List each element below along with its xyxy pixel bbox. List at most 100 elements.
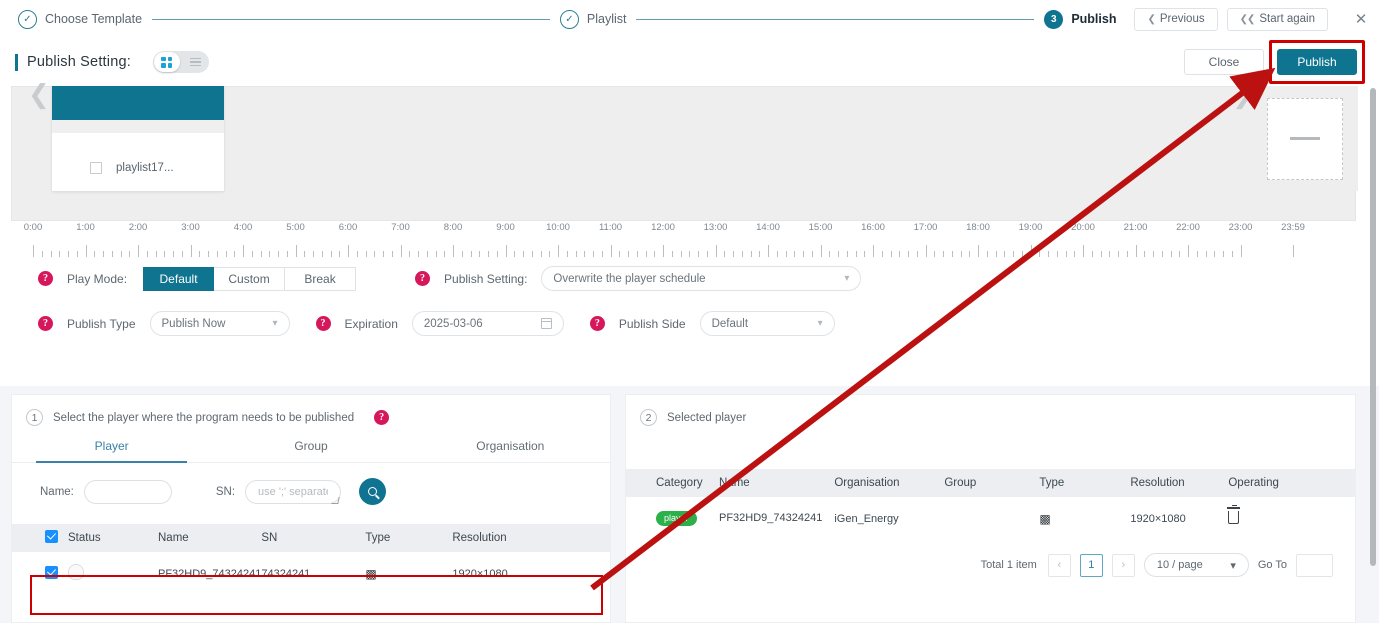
display-icon: ▩	[365, 566, 377, 581]
th-resolution[interactable]: Resolution	[452, 524, 610, 552]
timeline-minor-tick	[1231, 251, 1233, 257]
help-icon[interactable]: ?	[374, 410, 390, 425]
play-mode-option-break[interactable]: Break	[285, 266, 357, 291]
tab-group[interactable]: Group	[211, 439, 410, 462]
timeline-minor-tick	[908, 251, 909, 257]
page-size-select[interactable]: 10 / page ▾	[1143, 553, 1249, 577]
timeline-minor-tick	[671, 251, 673, 257]
playlist-card[interactable]: playlist17...	[52, 86, 224, 191]
table-row[interactable]: player PF32HD9_74324241 iGen_Energy ▩ 19…	[626, 497, 1355, 540]
sn-input[interactable]	[245, 479, 342, 504]
help-icon[interactable]: ?	[38, 271, 53, 286]
select-all-checkbox[interactable]	[45, 530, 58, 543]
th-resolution[interactable]: Resolution	[1130, 469, 1229, 497]
timeline-minor-tick	[838, 251, 839, 257]
timeline-minor-tick	[409, 251, 411, 257]
timeline-minor-tick	[260, 251, 262, 257]
carousel-prev-icon[interactable]: ❮	[28, 82, 50, 108]
tab-organisation[interactable]: Organisation	[411, 439, 610, 462]
timeline-tick-label: 15:00	[808, 222, 833, 233]
toggle-knob	[153, 52, 180, 72]
help-icon[interactable]: ?	[415, 271, 431, 286]
publish-side-select[interactable]: Default ▾	[699, 311, 835, 336]
cell-organisation: iGen_Energy	[834, 497, 945, 540]
publish-setting-select[interactable]: Overwrite the player schedule ▾	[541, 266, 862, 291]
publish-form: ? Play Mode: Default Custom Break ? Publ…	[11, 262, 1356, 372]
resize-handle-icon[interactable]	[331, 496, 340, 504]
help-icon[interactable]: ?	[589, 316, 605, 331]
th-organisation[interactable]: Organisation	[834, 469, 945, 497]
publish-type-select[interactable]: Publish Now ▾	[149, 311, 290, 336]
th-name[interactable]: Name	[719, 469, 835, 497]
selected-players-title: Selected player	[667, 411, 747, 424]
step-playlist[interactable]: ✓ Playlist	[559, 9, 626, 29]
timeline-ruler: 0:00 1:00 2:00 3:00 4:00 5:00 6:00 7:00 8:00 9:00…	[11, 222, 1356, 258]
row-checkbox[interactable]	[45, 565, 58, 579]
step-choose-template[interactable]: ✓ Choose Template	[18, 9, 142, 29]
th-group[interactable]: Group	[944, 469, 1040, 497]
cell-sn[interactable]: 74324241	[261, 552, 366, 595]
page-prev-button[interactable]: ‹	[1047, 553, 1071, 577]
timeline-minor-tick	[636, 251, 638, 257]
timeline-minor-tick	[1065, 251, 1067, 257]
timeline-minor-tick	[750, 251, 752, 257]
timeline-major-tick	[453, 245, 454, 257]
play-mode-segmented: Default Custom Break	[143, 266, 357, 291]
scrollbar-thumb[interactable]	[1370, 88, 1376, 566]
goto-page-input[interactable]	[1296, 553, 1333, 577]
publish-setting-label: Publish Setting:	[444, 271, 528, 286]
name-input[interactable]	[83, 479, 172, 504]
drop-slot[interactable]	[1252, 86, 1358, 191]
expiration-input[interactable]: 2025-03-06	[411, 311, 564, 336]
playlist-checkbox[interactable]	[90, 162, 102, 174]
chevron-down-icon: ▾	[817, 318, 823, 329]
vertical-scrollbar[interactable]	[1370, 88, 1376, 566]
previous-label: Previous	[1159, 13, 1205, 25]
th-sn[interactable]: SN	[261, 524, 366, 552]
th-name[interactable]: Name	[158, 524, 262, 552]
timeline-minor-tick	[181, 251, 183, 257]
publish-button[interactable]: Publish	[1277, 49, 1357, 75]
start-again-button[interactable]: ❮❮ Start again	[1226, 7, 1328, 31]
table-head: Status Name SN Type Resolution	[12, 524, 610, 552]
carousel-next-icon[interactable]: ❯	[1232, 82, 1254, 108]
th-operating[interactable]: Operating	[1228, 469, 1355, 497]
cell-type: ▩	[1039, 497, 1131, 540]
view-mode-toggle[interactable]	[152, 51, 209, 73]
chevron-down-icon: ▾	[272, 318, 278, 329]
th-type[interactable]: Type	[1039, 469, 1131, 497]
step-publish[interactable]: 3 Publish	[1044, 9, 1116, 29]
search-button[interactable]	[359, 478, 387, 505]
page-next-button[interactable]: ›	[1111, 553, 1135, 577]
help-icon[interactable]: ?	[315, 316, 331, 331]
timeline-major-tick	[1293, 245, 1294, 257]
timeline-minor-tick	[654, 251, 656, 257]
help-icon[interactable]: ?	[38, 316, 53, 331]
delete-icon[interactable]	[1227, 504, 1241, 524]
play-mode-option-default[interactable]: Default	[143, 266, 215, 291]
page-number-1[interactable]: 1	[1079, 553, 1103, 577]
chevron-down-icon: ▾	[1230, 559, 1236, 572]
timeline-minor-tick	[689, 251, 691, 257]
table-row[interactable]: PF32HD9_74324241 74324241 ▩ 1920×1080	[12, 552, 610, 595]
timeline-minor-tick	[593, 251, 594, 257]
cell-name[interactable]: PF32HD9_74324241	[158, 552, 262, 595]
cell-operating	[1227, 497, 1355, 540]
double-chevron-left-icon: ❮❮	[1239, 13, 1256, 25]
tab-player[interactable]: Player	[12, 439, 211, 463]
previous-button[interactable]: ❮ Previous	[1134, 7, 1218, 31]
timeline-minor-tick	[759, 251, 761, 257]
timeline-major-tick	[1030, 245, 1032, 257]
th-category[interactable]: Category	[626, 469, 719, 497]
play-mode-option-custom[interactable]: Custom	[214, 266, 286, 291]
timeline-major-tick	[243, 245, 244, 257]
timeline-tick-label: 8:00	[443, 222, 463, 233]
th-select-all	[12, 524, 68, 552]
th-status[interactable]: Status	[68, 524, 158, 552]
th-type[interactable]: Type	[365, 524, 453, 552]
timeline-major-tick	[978, 245, 979, 257]
close-button[interactable]: Close	[1184, 49, 1264, 75]
close-icon[interactable]: ✕	[1349, 7, 1373, 31]
timeline-minor-tick	[951, 251, 953, 257]
publish-side-label: Publish Side	[618, 316, 686, 331]
